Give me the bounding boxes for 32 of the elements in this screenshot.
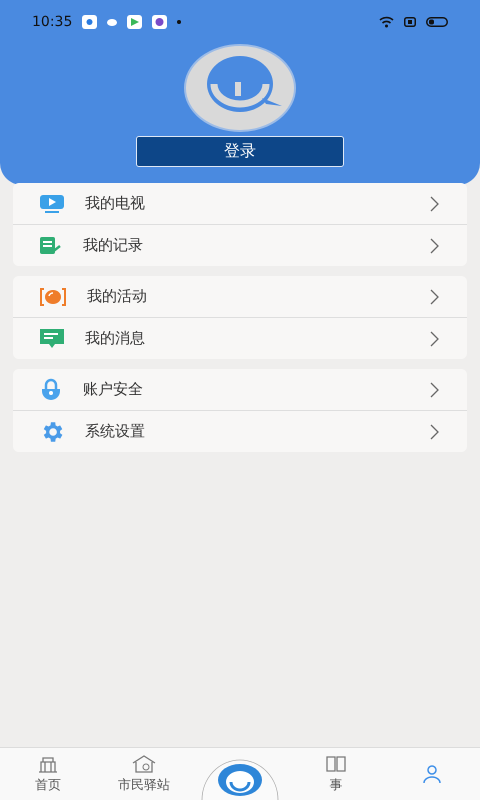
menu-item[interactable]: 账户安全 bbox=[13, 369, 467, 410]
chevron-right-icon bbox=[430, 330, 439, 346]
chevron-right-icon bbox=[430, 288, 439, 304]
play-icon bbox=[127, 15, 142, 29]
book-icon bbox=[324, 754, 348, 774]
menu-item[interactable]: 我的电视 bbox=[13, 183, 467, 224]
menu-item[interactable]: 我的记录 bbox=[13, 224, 467, 266]
menu-item[interactable]: 系统设置 bbox=[13, 410, 467, 452]
note-pen-icon bbox=[39, 236, 63, 256]
login-button[interactable]: 登录 bbox=[136, 136, 344, 167]
menu-item[interactable]: 我的消息 bbox=[13, 317, 467, 359]
chevron-right-icon bbox=[430, 196, 439, 212]
chevron-right-icon bbox=[430, 382, 439, 398]
sim-icon bbox=[404, 17, 416, 27]
house-icon bbox=[131, 754, 157, 774]
tab[interactable]: 事 bbox=[288, 754, 384, 794]
dot-icon bbox=[177, 20, 182, 24]
app-notification-icon bbox=[82, 15, 98, 29]
app-notification-icon bbox=[152, 15, 168, 29]
lock-icon bbox=[39, 378, 63, 402]
status-time: 10:35 bbox=[32, 14, 72, 30]
tab[interactable]: 首页 bbox=[0, 754, 96, 794]
tv-icon bbox=[39, 194, 65, 214]
chevron-right-icon bbox=[430, 424, 439, 440]
cloud-icon bbox=[107, 18, 118, 26]
message-icon bbox=[39, 328, 65, 350]
battery-icon bbox=[426, 17, 448, 27]
tab[interactable]: 市民驿站 bbox=[96, 754, 192, 794]
chevron-right-icon bbox=[430, 238, 439, 254]
menu-item[interactable]: 我的活动 bbox=[13, 276, 467, 317]
camera-frame-icon bbox=[39, 286, 67, 306]
wifi-icon bbox=[379, 16, 394, 28]
